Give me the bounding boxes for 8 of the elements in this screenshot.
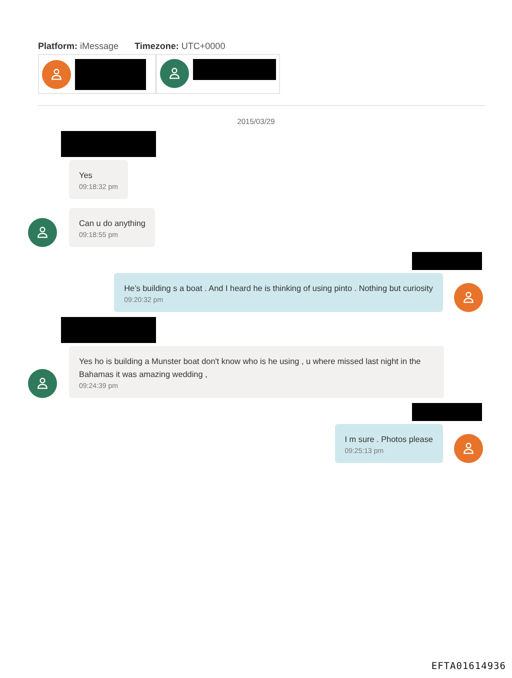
message-text: Yes [79, 170, 94, 182]
message-text: Yes ho is building a Munster boat don't know who is he using , u where missed last night in the Bahamas it was amazing wedding , [79, 356, 422, 381]
document-id-label: EFTA01614936 [431, 661, 506, 672]
message-text: I m sure . Photos please [344, 434, 433, 446]
platform-label: Platform: iMessage [38, 41, 119, 51]
timezone-label: Timezone: UTC+0000 [134, 41, 226, 51]
message-text: Can u do anything [79, 218, 146, 230]
message-text: He’s building s a boat . And I heard he is thinking of using pinto . Nothing but curiosity [124, 283, 433, 295]
